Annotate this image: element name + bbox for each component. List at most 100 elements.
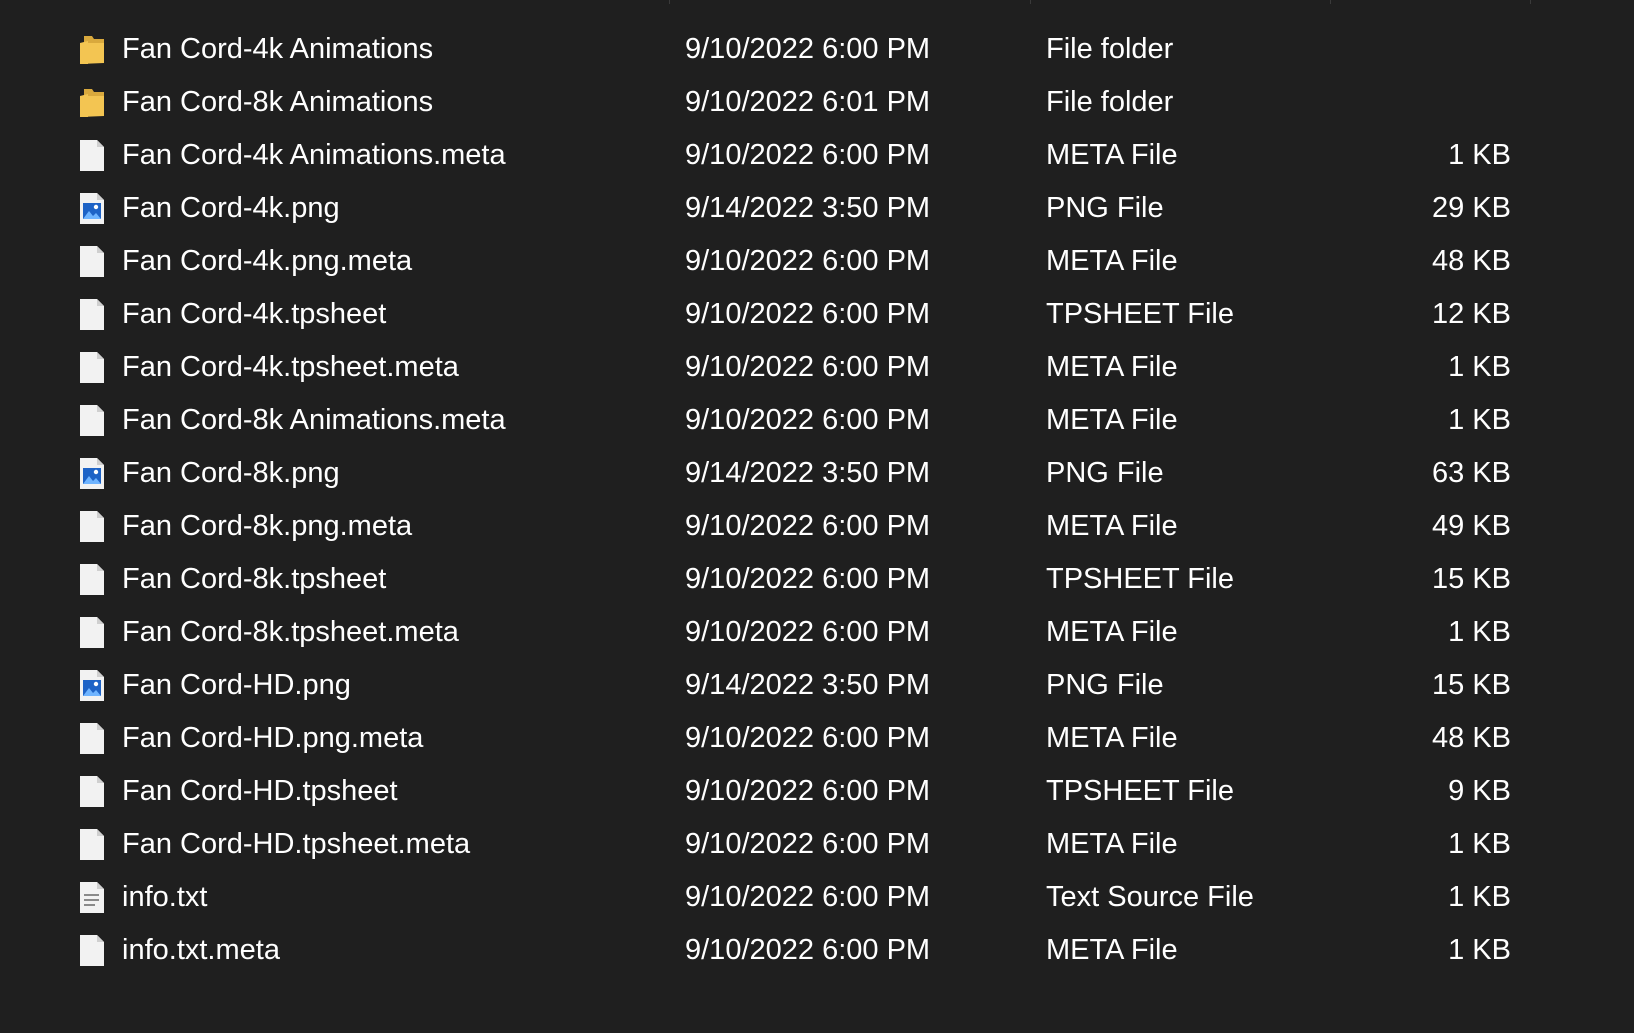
file-date-modified: 9/10/2022 6:00 PM bbox=[685, 563, 931, 595]
folder-icon bbox=[78, 86, 106, 119]
file-row[interactable]: Fan Cord-8k.tpsheet.meta 9/10/2022 6:00 P… bbox=[0, 606, 1634, 659]
file-row[interactable]: Fan Cord-4k Animations 9/10/2022 6:00 PM F… bbox=[0, 23, 1634, 76]
file-type: META File bbox=[1046, 510, 1178, 542]
file-icon bbox=[78, 298, 106, 331]
file-type: META File bbox=[1046, 722, 1178, 754]
file-type: META File bbox=[1046, 351, 1178, 383]
file-icon bbox=[78, 351, 106, 384]
folder-icon bbox=[78, 33, 106, 66]
file-row[interactable]: Fan Cord-HD.tpsheet.meta 9/10/2022 6:00 P… bbox=[0, 818, 1634, 871]
file-row[interactable]: Fan Cord-4k.png.meta 9/10/2022 6:00 PM MET… bbox=[0, 235, 1634, 288]
file-name: info.txt.meta bbox=[122, 934, 280, 966]
file-type: TPSHEET File bbox=[1046, 298, 1235, 330]
file-size: 1 KB bbox=[1448, 351, 1511, 383]
file-name: Fan Cord-8k Animations.meta bbox=[122, 404, 506, 436]
file-size: 1 KB bbox=[1448, 828, 1511, 860]
file-size: 15 KB bbox=[1432, 563, 1511, 595]
file-row[interactable]: Fan Cord-8k.tpsheet 9/10/2022 6:00 PM TPSH… bbox=[0, 553, 1634, 606]
file-size: 29 KB bbox=[1432, 192, 1511, 224]
file-date-modified: 9/10/2022 6:00 PM bbox=[685, 245, 931, 277]
file-date-modified: 9/10/2022 6:00 PM bbox=[685, 722, 931, 754]
file-date-modified: 9/10/2022 6:00 PM bbox=[685, 934, 931, 966]
file-row[interactable]: Fan Cord-HD.tpsheet 9/10/2022 6:00 PM TPSH… bbox=[0, 765, 1634, 818]
file-date-modified: 9/14/2022 3:50 PM bbox=[685, 192, 931, 224]
file-icon bbox=[78, 404, 106, 437]
file-icon bbox=[78, 722, 106, 755]
file-icon bbox=[78, 616, 106, 649]
file-date-modified: 9/10/2022 6:00 PM bbox=[685, 404, 931, 436]
file-type: META File bbox=[1046, 616, 1178, 648]
file-date-modified: 9/14/2022 3:50 PM bbox=[685, 457, 931, 489]
file-name: Fan Cord-8k Animations bbox=[122, 86, 434, 118]
file-type: META File bbox=[1046, 828, 1178, 860]
file-row[interactable]: Fan Cord-8k Animations 9/10/2022 6:01 PM F… bbox=[0, 76, 1634, 129]
column-divider-size[interactable] bbox=[1530, 0, 1531, 4]
file-icon bbox=[78, 139, 106, 172]
file-size: 1 KB bbox=[1448, 139, 1511, 171]
file-list: Fan Cord-4k Animations 9/10/2022 6:00 PM F… bbox=[0, 23, 1634, 977]
file-name: Fan Cord-4k Animations bbox=[122, 33, 434, 65]
file-size: 1 KB bbox=[1448, 881, 1511, 913]
text-file-icon bbox=[78, 881, 106, 914]
file-size: 48 KB bbox=[1432, 722, 1511, 754]
file-row[interactable]: Fan Cord-HD.png 9/14/2022 3:50 PM PNG File… bbox=[0, 659, 1634, 712]
file-type: PNG File bbox=[1046, 457, 1164, 489]
column-divider-name[interactable] bbox=[669, 0, 670, 4]
file-icon bbox=[78, 934, 106, 967]
file-row[interactable]: Fan Cord-8k Animations.meta 9/10/2022 6:0… bbox=[0, 394, 1634, 447]
file-name: Fan Cord-4k Animations.meta bbox=[122, 139, 506, 171]
file-row[interactable]: Fan Cord-8k.png 9/14/2022 3:50 PM PNG File… bbox=[0, 447, 1634, 500]
file-name: Fan Cord-HD.tpsheet.meta bbox=[122, 828, 471, 860]
column-divider-type[interactable] bbox=[1330, 0, 1331, 4]
file-row[interactable]: Fan Cord-8k.png.meta 9/10/2022 6:00 PM MET… bbox=[0, 500, 1634, 553]
file-row[interactable]: Fan Cord-4k.png 9/14/2022 3:50 PM PNG File… bbox=[0, 182, 1634, 235]
file-name: Fan Cord-4k.tpsheet.meta bbox=[122, 351, 459, 383]
file-date-modified: 9/10/2022 6:00 PM bbox=[685, 881, 931, 913]
file-row[interactable]: Fan Cord-HD.png.meta 9/10/2022 6:00 PM MET… bbox=[0, 712, 1634, 765]
file-size: 48 KB bbox=[1432, 245, 1511, 277]
file-type: TPSHEET File bbox=[1046, 563, 1235, 595]
file-name: Fan Cord-8k.tpsheet.meta bbox=[122, 616, 459, 648]
file-name: Fan Cord-8k.png.meta bbox=[122, 510, 413, 542]
file-size: 9 KB bbox=[1448, 775, 1511, 807]
column-divider-date[interactable] bbox=[1030, 0, 1031, 4]
file-date-modified: 9/14/2022 3:50 PM bbox=[685, 669, 931, 701]
file-name: Fan Cord-8k.png bbox=[122, 457, 340, 489]
file-type: META File bbox=[1046, 404, 1178, 436]
file-row[interactable]: info.txt 9/10/2022 6:00 PM Text Source Fil… bbox=[0, 871, 1634, 924]
file-type: TPSHEET File bbox=[1046, 775, 1235, 807]
file-size: 1 KB bbox=[1448, 934, 1511, 966]
file-size: 12 KB bbox=[1432, 298, 1511, 330]
file-size: 63 KB bbox=[1432, 457, 1511, 489]
file-icon bbox=[78, 563, 106, 596]
file-size: 49 KB bbox=[1432, 510, 1511, 542]
image-file-icon bbox=[78, 192, 106, 225]
file-icon bbox=[78, 245, 106, 278]
file-type: META File bbox=[1046, 934, 1178, 966]
file-icon bbox=[78, 775, 106, 808]
file-row[interactable]: Fan Cord-4k.tpsheet 9/10/2022 6:00 PM TPSH… bbox=[0, 288, 1634, 341]
file-row[interactable]: Fan Cord-4k.tpsheet.meta 9/10/2022 6:00 P… bbox=[0, 341, 1634, 394]
file-row[interactable]: Fan Cord-4k Animations.meta 9/10/2022 6:0… bbox=[0, 129, 1634, 182]
file-name: Fan Cord-4k.png.meta bbox=[122, 245, 413, 277]
file-date-modified: 9/10/2022 6:00 PM bbox=[685, 33, 931, 65]
file-type: PNG File bbox=[1046, 669, 1164, 701]
file-size: 1 KB bbox=[1448, 616, 1511, 648]
file-date-modified: 9/10/2022 6:00 PM bbox=[685, 510, 931, 542]
file-date-modified: 9/10/2022 6:01 PM bbox=[685, 86, 931, 118]
file-icon bbox=[78, 828, 106, 861]
file-row[interactable]: info.txt.meta 9/10/2022 6:00 PM META File 1… bbox=[0, 924, 1634, 977]
file-name: Fan Cord-4k.tpsheet bbox=[122, 298, 387, 330]
file-name: Fan Cord-HD.png bbox=[122, 669, 351, 701]
file-type: META File bbox=[1046, 245, 1178, 277]
file-date-modified: 9/10/2022 6:00 PM bbox=[685, 616, 931, 648]
file-size: 15 KB bbox=[1432, 669, 1511, 701]
file-type: File folder bbox=[1046, 86, 1174, 118]
file-icon bbox=[78, 510, 106, 543]
file-date-modified: 9/10/2022 6:00 PM bbox=[685, 298, 931, 330]
file-size: 1 KB bbox=[1448, 404, 1511, 436]
file-type: Text Source File bbox=[1046, 881, 1254, 913]
file-name: Fan Cord-HD.tpsheet bbox=[122, 775, 398, 807]
file-date-modified: 9/10/2022 6:00 PM bbox=[685, 139, 931, 171]
image-file-icon bbox=[78, 457, 106, 490]
